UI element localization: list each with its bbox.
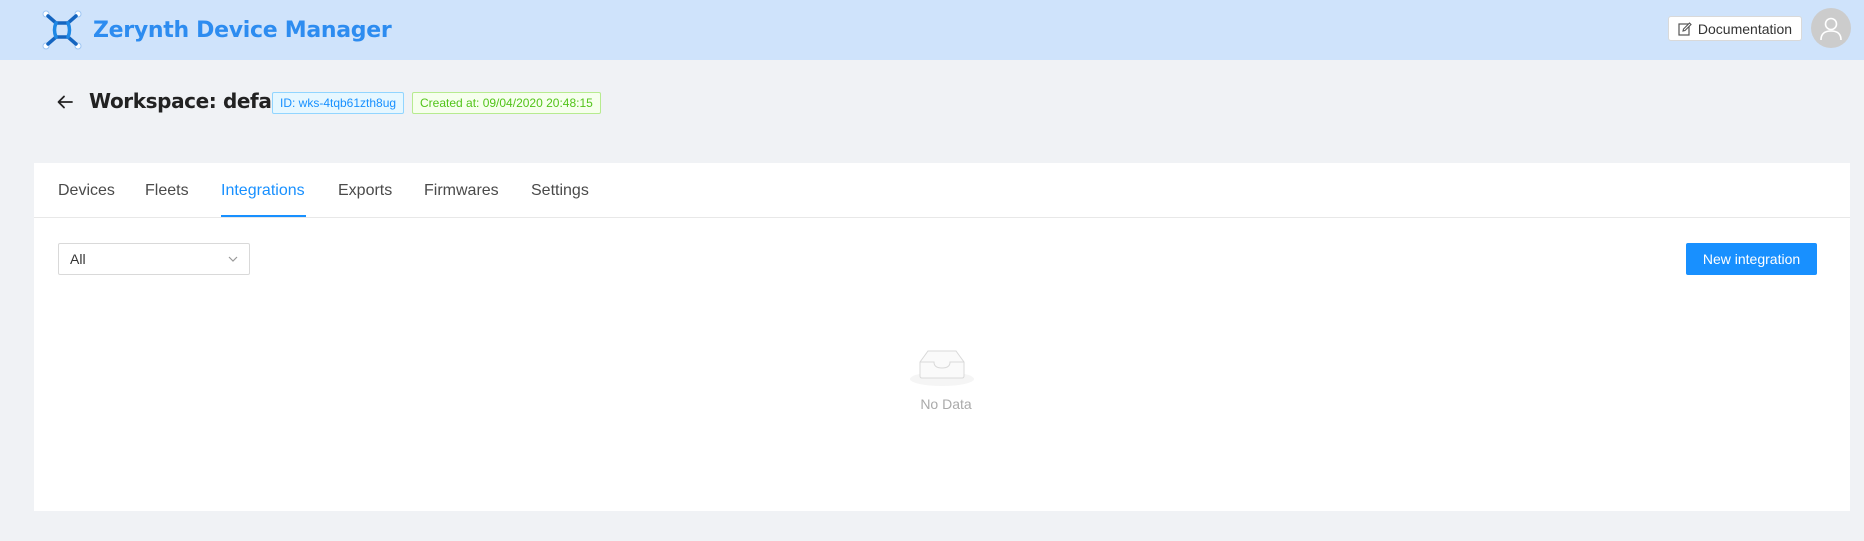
- brand[interactable]: Zerynth Device Manager: [40, 8, 392, 52]
- empty-state-text: No Data: [920, 396, 972, 412]
- chevron-down-icon: [228, 256, 238, 262]
- tab-devices[interactable]: Devices: [58, 182, 115, 200]
- tab-bar: Devices Fleets Integrations Exports Firm…: [34, 163, 1850, 218]
- top-header: Zerynth Device Manager Documentation: [0, 0, 1864, 60]
- tab-exports[interactable]: Exports: [338, 182, 392, 200]
- active-tab-indicator: [221, 215, 306, 217]
- created-at-tag: Created at: 09/04/2020 20:48:15: [412, 92, 601, 114]
- integration-type-select[interactable]: All: [58, 243, 250, 275]
- user-icon: [1820, 17, 1842, 41]
- back-arrow-icon[interactable]: [56, 93, 74, 111]
- tab-integrations[interactable]: Integrations: [221, 182, 305, 200]
- tab-settings[interactable]: Settings: [531, 182, 589, 200]
- page-title: Workspace: default: [89, 89, 301, 113]
- empty-inbox-icon: [910, 350, 974, 386]
- documentation-label: Documentation: [1697, 20, 1793, 37]
- tab-fleets[interactable]: Fleets: [145, 182, 189, 200]
- select-value: All: [70, 251, 86, 267]
- workspace-id-tag: ID: wks-4tqb61zth8ug: [272, 92, 405, 114]
- workspace-card: Devices Fleets Integrations Exports Firm…: [34, 163, 1850, 511]
- tab-firmwares[interactable]: Firmwares: [424, 182, 499, 200]
- documentation-button[interactable]: Documentation: [1668, 16, 1802, 41]
- new-integration-button[interactable]: New integration: [1686, 243, 1817, 275]
- zerynth-logo-icon: [42, 10, 82, 50]
- edit-icon: [1678, 21, 1692, 36]
- user-avatar[interactable]: [1811, 8, 1851, 48]
- app-name: Zerynth Device Manager: [93, 17, 392, 43]
